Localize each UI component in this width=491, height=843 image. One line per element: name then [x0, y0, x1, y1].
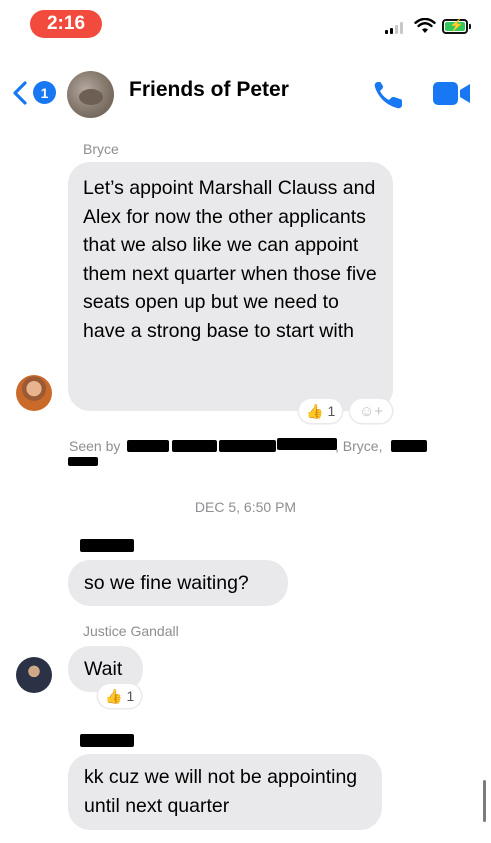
message-bubble[interactable]: so we fine waiting?	[68, 560, 288, 606]
sender-name: Bryce	[83, 141, 119, 157]
chat-title[interactable]: Friends of Peter	[129, 78, 289, 102]
redacted-sender	[80, 539, 134, 552]
avatar[interactable]	[16, 657, 52, 693]
reaction-badge[interactable]: 👍 1	[299, 399, 343, 423]
battery-tip	[469, 24, 471, 29]
scrollbar[interactable]	[483, 780, 486, 822]
sender-name: Justice Gandall	[83, 623, 179, 639]
timestamp: DEC 5, 6:50 PM	[194, 499, 297, 515]
redacted-name	[172, 440, 217, 452]
message-text: Let’s appoint Marshall Clauss and Alex f…	[83, 177, 377, 342]
group-avatar[interactable]	[67, 71, 114, 118]
redacted-name	[219, 440, 276, 452]
battery-icon: ⚡	[442, 18, 468, 34]
reaction-count: 1	[327, 403, 336, 419]
redacted-name	[391, 440, 427, 452]
reaction-count: 1	[126, 688, 135, 704]
seen-name: , Bryce,	[335, 438, 383, 454]
avatar[interactable]	[16, 375, 52, 411]
wifi-icon	[414, 18, 436, 33]
message-bubble[interactable]: Let’s appoint Marshall Clauss and Alex f…	[68, 162, 393, 411]
back-chevron-icon[interactable]	[10, 80, 30, 106]
message-bubble[interactable]: kk cuz we will not be appointing until n…	[68, 754, 382, 830]
chat-header: 1 Friends of Peter	[0, 60, 491, 124]
message-text: kk cuz we will not be appointing until n…	[84, 766, 358, 817]
reaction-badge[interactable]: 👍 1	[98, 684, 142, 708]
seen-label: Seen by	[69, 438, 121, 454]
status-time: 2:16	[30, 10, 102, 38]
back-unread-badge[interactable]: 1	[33, 81, 56, 104]
video-camera-icon[interactable]	[432, 81, 472, 107]
redacted-name	[277, 438, 337, 450]
message-text: so we fine waiting?	[84, 572, 249, 594]
signal-icon	[385, 22, 403, 34]
add-reaction-icon[interactable]: ☺+	[350, 399, 392, 423]
thumbs-up-icon: 👍	[306, 402, 324, 419]
redacted-name	[68, 457, 98, 466]
redacted-name	[127, 440, 169, 452]
thumbs-up-icon: 👍	[105, 687, 123, 704]
message-text: Wait	[84, 658, 123, 680]
phone-icon[interactable]	[372, 79, 406, 111]
redacted-sender	[80, 734, 134, 747]
